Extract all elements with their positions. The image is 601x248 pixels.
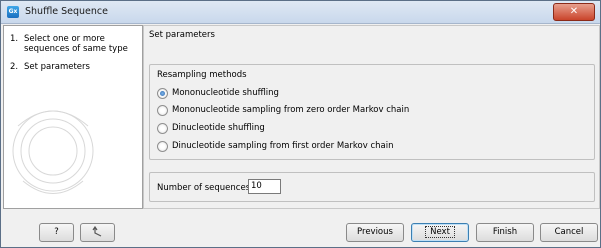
window-title: Shuffle Sequence [25, 6, 108, 17]
next-button-label: Next [425, 226, 455, 238]
watermark-logo-icon [12, 110, 94, 194]
help-button[interactable]: ? [39, 223, 74, 242]
radio-label: Mononucleotide sampling from zero order … [172, 105, 410, 115]
dialog-window: Gx Shuffle Sequence ✕ 1. Select one or m… [0, 0, 601, 248]
resampling-methods-group: Resampling methods Mononucleotide shuffl… [149, 64, 595, 160]
radio-button[interactable] [157, 88, 168, 99]
reset-arrow-icon [92, 225, 101, 237]
radio-label: Dinucleotide sampling from first order M… [172, 141, 394, 151]
reset-button[interactable] [80, 223, 115, 242]
radio-button[interactable] [157, 105, 168, 116]
next-button[interactable]: Next [411, 223, 469, 242]
group-title: Resampling methods [157, 70, 247, 80]
close-button[interactable]: ✕ [553, 3, 595, 21]
section-label: Set parameters [149, 30, 215, 40]
app-icon: Gx [7, 6, 19, 18]
radio-label: Dinucleotide shuffling [172, 123, 265, 133]
radio-button[interactable] [157, 123, 168, 134]
previous-button[interactable]: Previous [346, 223, 404, 242]
button-bar: ? Previous Next Finish Cancel [1, 209, 600, 247]
steps-panel: 1. Select one or more sequences of same … [3, 25, 143, 209]
number-of-sequences-group: Number of sequences: 10 [149, 172, 595, 202]
parameters-panel: Set parameters Resampling methods Mononu… [143, 25, 600, 209]
help-icon: ? [54, 227, 59, 237]
title-bar: Gx Shuffle Sequence ✕ [1, 1, 600, 24]
finish-button[interactable]: Finish [476, 223, 534, 242]
number-of-sequences-input[interactable]: 10 [248, 179, 281, 194]
number-of-sequences-label: Number of sequences: [157, 183, 253, 193]
radio-button[interactable] [157, 141, 168, 152]
step-number: 1. [10, 34, 19, 44]
step-label: Set parameters [24, 62, 90, 72]
cancel-button[interactable]: Cancel [540, 223, 598, 242]
step-number: 2. [10, 62, 19, 72]
step-label: Select one or more sequences of same typ… [24, 34, 128, 54]
radio-label: Mononucleotide shuffling [172, 88, 279, 98]
